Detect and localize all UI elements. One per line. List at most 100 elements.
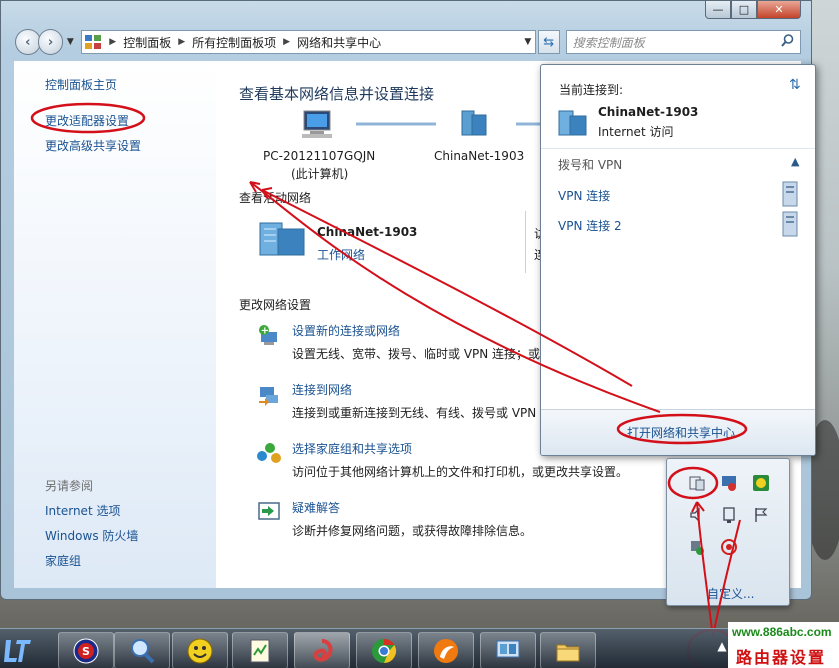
close-button[interactable]: ✕: [757, 1, 801, 19]
troubleshoot-icon: [256, 499, 292, 539]
breadcrumb-separator[interactable]: ▶: [283, 37, 290, 47]
volume-tray-icon[interactable]: [687, 505, 707, 525]
breadcrumb-control-panel[interactable]: 控制面板: [123, 34, 171, 51]
taskbar-app-orange[interactable]: [418, 632, 474, 668]
task-connect-network: 连接到网络 连接到或重新连接到无线、有线、拨号或 VPN: [256, 381, 536, 421]
active-network-name: ChinaNet-1903: [317, 225, 418, 239]
search-box[interactable]: 搜索控制面板: [565, 30, 801, 54]
change-settings-title: 更改网络设置: [239, 298, 312, 312]
setup-connection-link[interactable]: 设置新的连接或网络: [292, 322, 540, 339]
taskbar-explorer[interactable]: [540, 632, 596, 668]
homegroup-link[interactable]: 家庭组: [45, 552, 81, 569]
network-map-name: ChinaNet-1903: [434, 149, 525, 163]
current-connection-label: 当前连接到:: [559, 83, 624, 97]
start-logo-icon[interactable]: [0, 633, 36, 667]
network-icon: [461, 110, 487, 136]
arrow-left-icon: ‹: [25, 34, 31, 50]
windows-firewall-link[interactable]: Windows 防火墙: [45, 527, 138, 544]
troubleshoot-link[interactable]: 疑难解答: [292, 499, 532, 516]
connect-to-network-desc: 连接到或重新连接到无线、有线、拨号或 VPN: [292, 406, 537, 420]
watermark-url: www.886abc.com: [732, 625, 832, 639]
divider: [541, 148, 815, 149]
antivirus-tray-icon[interactable]: [719, 537, 739, 557]
taskbar-chrome[interactable]: [356, 632, 412, 668]
vpn-connection-1[interactable]: VPN 连接: [558, 187, 610, 204]
connect-network-icon: [256, 381, 292, 421]
open-network-center-link[interactable]: 打开网络和共享中心: [627, 424, 735, 441]
computer-subtitle: (此计算机): [291, 167, 349, 181]
new-connection-icon: +: [256, 322, 292, 362]
task-new-connection: + 设置新的连接或网络 设置无线、宽带、拨号、临时或 VPN 连接；或: [256, 322, 540, 362]
work-network-icon: [259, 222, 305, 256]
notepad-app-icon: [250, 639, 270, 662]
change-advanced-sharing-link[interactable]: 更改高级共享设置: [45, 137, 141, 154]
network-type-link[interactable]: 工作网络: [317, 246, 365, 263]
computer-name: PC-20121107GQJN: [263, 149, 376, 163]
folder-icon: [556, 644, 580, 661]
breadcrumb-separator[interactable]: ▶: [178, 37, 185, 47]
taskbar-qq[interactable]: [172, 632, 228, 668]
back-button[interactable]: ‹: [15, 29, 41, 55]
connect-to-network-link[interactable]: 连接到网络: [292, 381, 536, 398]
active-networks-title: 查看活动网络: [239, 191, 312, 205]
connected-network-icon: [558, 110, 587, 136]
homegroup-sharing-desc: 访问位于其他网络计算机上的文件和打印机，或更改共享设置。: [292, 465, 629, 479]
internet-options-link[interactable]: Internet 选项: [45, 502, 120, 519]
task-pane: 控制面板主页 更改适配器设置 更改高级共享设置 另请参阅 Internet 选项…: [14, 61, 216, 588]
svg-text:S: S: [82, 645, 90, 658]
task-troubleshoot: 疑难解答 诊断并修复网络问题，或获得故障排除信息。: [256, 499, 532, 539]
search-input[interactable]: 搜索控制面板: [573, 34, 781, 51]
network-flyout: 当前连接到: ⇅ ChinaNet-1903 Internet 访问 拨号和 V…: [540, 64, 816, 456]
s-app-icon: S: [73, 638, 99, 663]
chrome-icon: [372, 638, 397, 663]
taskbar-app-swirl[interactable]: [294, 632, 350, 668]
taskbar-notepad[interactable]: [232, 632, 288, 668]
address-bar[interactable]: ▶ 控制面板 ▶ 所有控制面板项 ▶ 网络和共享中心 ▼: [81, 30, 536, 54]
recent-pages-dropdown[interactable]: ▼: [63, 37, 77, 47]
taskbar-app-s[interactable]: S: [58, 632, 114, 668]
taskbar-control-panel[interactable]: [480, 632, 536, 668]
updater-tray-icon[interactable]: [687, 537, 707, 557]
refresh-networks-icon[interactable]: ⇅: [789, 77, 801, 93]
taskbar: S ▲: [0, 628, 839, 668]
security-tray-icon[interactable]: [751, 473, 771, 493]
troubleshoot-desc: 诊断并修复网络问题，或获得故障排除信息。: [292, 524, 533, 538]
site-watermark: www.886abc.com 路由器设置: [728, 622, 839, 668]
flyout-network-access: Internet 访问: [598, 125, 674, 139]
homegroup-icon: [256, 440, 292, 480]
control-panel-home-link[interactable]: 控制面板主页: [45, 76, 117, 93]
display-tray-icon[interactable]: [719, 473, 739, 493]
network-tray-icon[interactable]: [687, 473, 707, 493]
swirl-app-icon: [313, 638, 333, 662]
change-adapter-settings-link[interactable]: 更改适配器设置: [45, 112, 129, 129]
forward-button[interactable]: ›: [37, 29, 64, 55]
see-also-title: 另请参阅: [45, 479, 94, 493]
customize-link[interactable]: 自定义...: [707, 585, 754, 602]
divider: [525, 211, 526, 273]
navigation-bar: ‹ › ▼ ▶ 控制面板 ▶ 所有控制面板项 ▶ 网络和共享中心 ▼ ⇆ 搜索控…: [15, 27, 801, 57]
usb-device-tray-icon[interactable]: [719, 505, 739, 525]
vpn-connection-2[interactable]: VPN 连接 2: [558, 217, 622, 234]
flyout-network-name: ChinaNet-1903: [598, 105, 699, 119]
minimize-button[interactable]: —: [705, 1, 731, 19]
maximize-button[interactable]: □: [731, 1, 757, 19]
flyout-footer: 打开网络和共享中心: [541, 409, 815, 455]
setup-connection-desc: 设置无线、宽带、拨号、临时或 VPN 连接；或: [292, 347, 541, 361]
collapse-chevron-icon[interactable]: ▲: [791, 155, 799, 168]
action-center-flag-icon[interactable]: [751, 505, 771, 525]
watermark-text: 路由器设置: [736, 648, 827, 667]
breadcrumb-network-center[interactable]: 网络和共享中心: [297, 34, 381, 51]
smiley-app-icon: [187, 638, 213, 663]
magnifier-app-icon: [131, 638, 155, 663]
svg-text:+: +: [261, 326, 269, 337]
network-center-app-icon: [496, 640, 520, 657]
breadcrumb-all-items[interactable]: 所有控制面板项: [192, 34, 276, 51]
breadcrumb-separator[interactable]: ▶: [109, 37, 116, 47]
taskbar-search-app[interactable]: [114, 632, 170, 668]
address-dropdown[interactable]: ▼: [521, 37, 535, 47]
page-title: 查看基本网络信息并设置连接: [239, 85, 435, 103]
refresh-button[interactable]: ⇆: [537, 30, 560, 54]
caption-buttons: — □ ✕: [705, 1, 801, 19]
dialup-vpn-section: 拨号和 VPN: [558, 158, 623, 172]
search-icon[interactable]: [781, 34, 794, 50]
